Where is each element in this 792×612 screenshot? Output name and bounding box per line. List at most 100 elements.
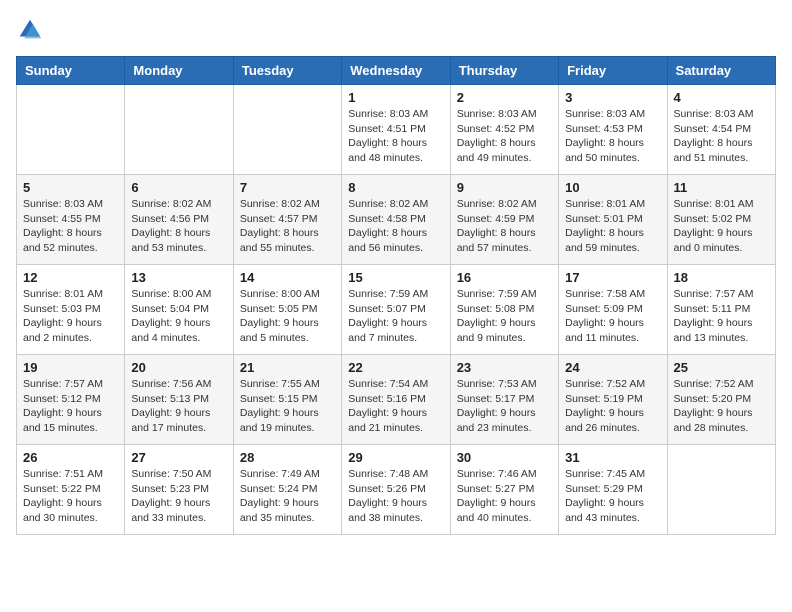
day-info: Sunrise: 8:03 AM Sunset: 4:54 PM Dayligh… (674, 107, 769, 166)
weekday-header-friday: Friday (559, 57, 667, 85)
day-info: Sunrise: 8:02 AM Sunset: 4:59 PM Dayligh… (457, 197, 552, 256)
week-row-5: 26 Sunrise: 7:51 AM Sunset: 5:22 PM Dayli… (17, 445, 776, 535)
day-info: Sunrise: 7:50 AM Sunset: 5:23 PM Dayligh… (131, 467, 226, 526)
calendar-cell: 18 Sunrise: 7:57 AM Sunset: 5:11 PM Dayli… (667, 265, 775, 355)
day-number: 22 (348, 360, 443, 375)
day-info: Sunrise: 7:57 AM Sunset: 5:12 PM Dayligh… (23, 377, 118, 436)
day-number: 6 (131, 180, 226, 195)
day-info: Sunrise: 8:03 AM Sunset: 4:53 PM Dayligh… (565, 107, 660, 166)
day-number: 11 (674, 180, 769, 195)
calendar-cell: 3 Sunrise: 8:03 AM Sunset: 4:53 PM Daylig… (559, 85, 667, 175)
day-number: 12 (23, 270, 118, 285)
logo-icon (16, 16, 44, 44)
day-info: Sunrise: 8:02 AM Sunset: 4:56 PM Dayligh… (131, 197, 226, 256)
calendar-cell: 5 Sunrise: 8:03 AM Sunset: 4:55 PM Daylig… (17, 175, 125, 265)
day-number: 7 (240, 180, 335, 195)
day-info: Sunrise: 8:01 AM Sunset: 5:02 PM Dayligh… (674, 197, 769, 256)
day-number: 4 (674, 90, 769, 105)
calendar-cell: 15 Sunrise: 7:59 AM Sunset: 5:07 PM Dayli… (342, 265, 450, 355)
day-info: Sunrise: 7:52 AM Sunset: 5:20 PM Dayligh… (674, 377, 769, 436)
calendar-cell: 21 Sunrise: 7:55 AM Sunset: 5:15 PM Dayli… (233, 355, 341, 445)
day-number: 10 (565, 180, 660, 195)
day-info: Sunrise: 7:55 AM Sunset: 5:15 PM Dayligh… (240, 377, 335, 436)
day-info: Sunrise: 8:03 AM Sunset: 4:51 PM Dayligh… (348, 107, 443, 166)
day-number: 21 (240, 360, 335, 375)
day-info: Sunrise: 7:51 AM Sunset: 5:22 PM Dayligh… (23, 467, 118, 526)
day-info: Sunrise: 7:59 AM Sunset: 5:07 PM Dayligh… (348, 287, 443, 346)
day-number: 28 (240, 450, 335, 465)
calendar-cell: 10Sunrise: 8:01 AM Sunset: 5:01 PM Dayli… (559, 175, 667, 265)
logo (16, 16, 48, 44)
day-number: 25 (674, 360, 769, 375)
day-info: Sunrise: 7:45 AM Sunset: 5:29 PM Dayligh… (565, 467, 660, 526)
day-number: 9 (457, 180, 552, 195)
day-number: 3 (565, 90, 660, 105)
day-info: Sunrise: 7:48 AM Sunset: 5:26 PM Dayligh… (348, 467, 443, 526)
calendar-cell (667, 445, 775, 535)
day-info: Sunrise: 8:03 AM Sunset: 4:55 PM Dayligh… (23, 197, 118, 256)
calendar-cell: 9 Sunrise: 8:02 AM Sunset: 4:59 PM Daylig… (450, 175, 558, 265)
calendar-cell: 16Sunrise: 7:59 AM Sunset: 5:08 PM Dayli… (450, 265, 558, 355)
day-number: 27 (131, 450, 226, 465)
day-info: Sunrise: 7:46 AM Sunset: 5:27 PM Dayligh… (457, 467, 552, 526)
calendar-cell: 28 Sunrise: 7:49 AM Sunset: 5:24 PM Dayli… (233, 445, 341, 535)
calendar-cell: 27 Sunrise: 7:50 AM Sunset: 5:23 PM Dayli… (125, 445, 233, 535)
day-number: 14 (240, 270, 335, 285)
day-number: 20 (131, 360, 226, 375)
calendar-cell: 2 Sunrise: 8:03 AM Sunset: 4:52 PM Daylig… (450, 85, 558, 175)
day-number: 5 (23, 180, 118, 195)
day-info: Sunrise: 7:53 AM Sunset: 5:17 PM Dayligh… (457, 377, 552, 436)
calendar-cell: 29Sunrise: 7:48 AM Sunset: 5:26 PM Dayli… (342, 445, 450, 535)
day-number: 31 (565, 450, 660, 465)
week-row-2: 5 Sunrise: 8:03 AM Sunset: 4:55 PM Daylig… (17, 175, 776, 265)
calendar-cell: 6 Sunrise: 8:02 AM Sunset: 4:56 PM Daylig… (125, 175, 233, 265)
weekday-header-monday: Monday (125, 57, 233, 85)
day-info: Sunrise: 7:57 AM Sunset: 5:11 PM Dayligh… (674, 287, 769, 346)
calendar-cell: 19 Sunrise: 7:57 AM Sunset: 5:12 PM Dayli… (17, 355, 125, 445)
day-info: Sunrise: 7:59 AM Sunset: 5:08 PM Dayligh… (457, 287, 552, 346)
day-info: Sunrise: 7:58 AM Sunset: 5:09 PM Dayligh… (565, 287, 660, 346)
weekday-header-sunday: Sunday (17, 57, 125, 85)
calendar-cell: 11 Sunrise: 8:01 AM Sunset: 5:02 PM Dayli… (667, 175, 775, 265)
weekday-header-thursday: Thursday (450, 57, 558, 85)
weekday-header-tuesday: Tuesday (233, 57, 341, 85)
calendar-cell: 23Sunrise: 7:53 AM Sunset: 5:17 PM Dayli… (450, 355, 558, 445)
day-number: 2 (457, 90, 552, 105)
week-row-1: 1 Sunrise: 8:03 AM Sunset: 4:51 PM Daylig… (17, 85, 776, 175)
calendar-cell: 31 Sunrise: 7:45 AM Sunset: 5:29 PM Dayli… (559, 445, 667, 535)
calendar-cell (125, 85, 233, 175)
calendar-cell: 12 Sunrise: 8:01 AM Sunset: 5:03 PM Dayli… (17, 265, 125, 355)
day-number: 8 (348, 180, 443, 195)
day-info: Sunrise: 8:00 AM Sunset: 5:05 PM Dayligh… (240, 287, 335, 346)
calendar-cell: 17Sunrise: 7:58 AM Sunset: 5:09 PM Dayli… (559, 265, 667, 355)
day-info: Sunrise: 8:03 AM Sunset: 4:52 PM Dayligh… (457, 107, 552, 166)
weekday-header-wednesday: Wednesday (342, 57, 450, 85)
calendar-cell: 24Sunrise: 7:52 AM Sunset: 5:19 PM Dayli… (559, 355, 667, 445)
day-number: 18 (674, 270, 769, 285)
calendar-cell: 7Sunrise: 8:02 AM Sunset: 4:57 PM Daylig… (233, 175, 341, 265)
day-info: Sunrise: 8:00 AM Sunset: 5:04 PM Dayligh… (131, 287, 226, 346)
calendar-cell (17, 85, 125, 175)
calendar-cell (233, 85, 341, 175)
calendar-cell: 1 Sunrise: 8:03 AM Sunset: 4:51 PM Daylig… (342, 85, 450, 175)
calendar-cell: 26 Sunrise: 7:51 AM Sunset: 5:22 PM Dayli… (17, 445, 125, 535)
day-info: Sunrise: 7:56 AM Sunset: 5:13 PM Dayligh… (131, 377, 226, 436)
calendar-cell: 30Sunrise: 7:46 AM Sunset: 5:27 PM Dayli… (450, 445, 558, 535)
week-row-4: 19 Sunrise: 7:57 AM Sunset: 5:12 PM Dayli… (17, 355, 776, 445)
calendar-cell: 13Sunrise: 8:00 AM Sunset: 5:04 PM Dayli… (125, 265, 233, 355)
day-info: Sunrise: 8:01 AM Sunset: 5:03 PM Dayligh… (23, 287, 118, 346)
day-info: Sunrise: 7:54 AM Sunset: 5:16 PM Dayligh… (348, 377, 443, 436)
calendar-cell: 4 Sunrise: 8:03 AM Sunset: 4:54 PM Daylig… (667, 85, 775, 175)
day-info: Sunrise: 8:02 AM Sunset: 4:58 PM Dayligh… (348, 197, 443, 256)
calendar-table: SundayMondayTuesdayWednesdayThursdayFrid… (16, 56, 776, 535)
calendar-cell: 22 Sunrise: 7:54 AM Sunset: 5:16 PM Dayli… (342, 355, 450, 445)
day-number: 15 (348, 270, 443, 285)
calendar-cell: 14 Sunrise: 8:00 AM Sunset: 5:05 PM Dayli… (233, 265, 341, 355)
week-row-3: 12 Sunrise: 8:01 AM Sunset: 5:03 PM Dayli… (17, 265, 776, 355)
day-number: 19 (23, 360, 118, 375)
day-number: 26 (23, 450, 118, 465)
day-number: 1 (348, 90, 443, 105)
day-info: Sunrise: 7:49 AM Sunset: 5:24 PM Dayligh… (240, 467, 335, 526)
calendar-cell: 20 Sunrise: 7:56 AM Sunset: 5:13 PM Dayli… (125, 355, 233, 445)
weekday-header-saturday: Saturday (667, 57, 775, 85)
